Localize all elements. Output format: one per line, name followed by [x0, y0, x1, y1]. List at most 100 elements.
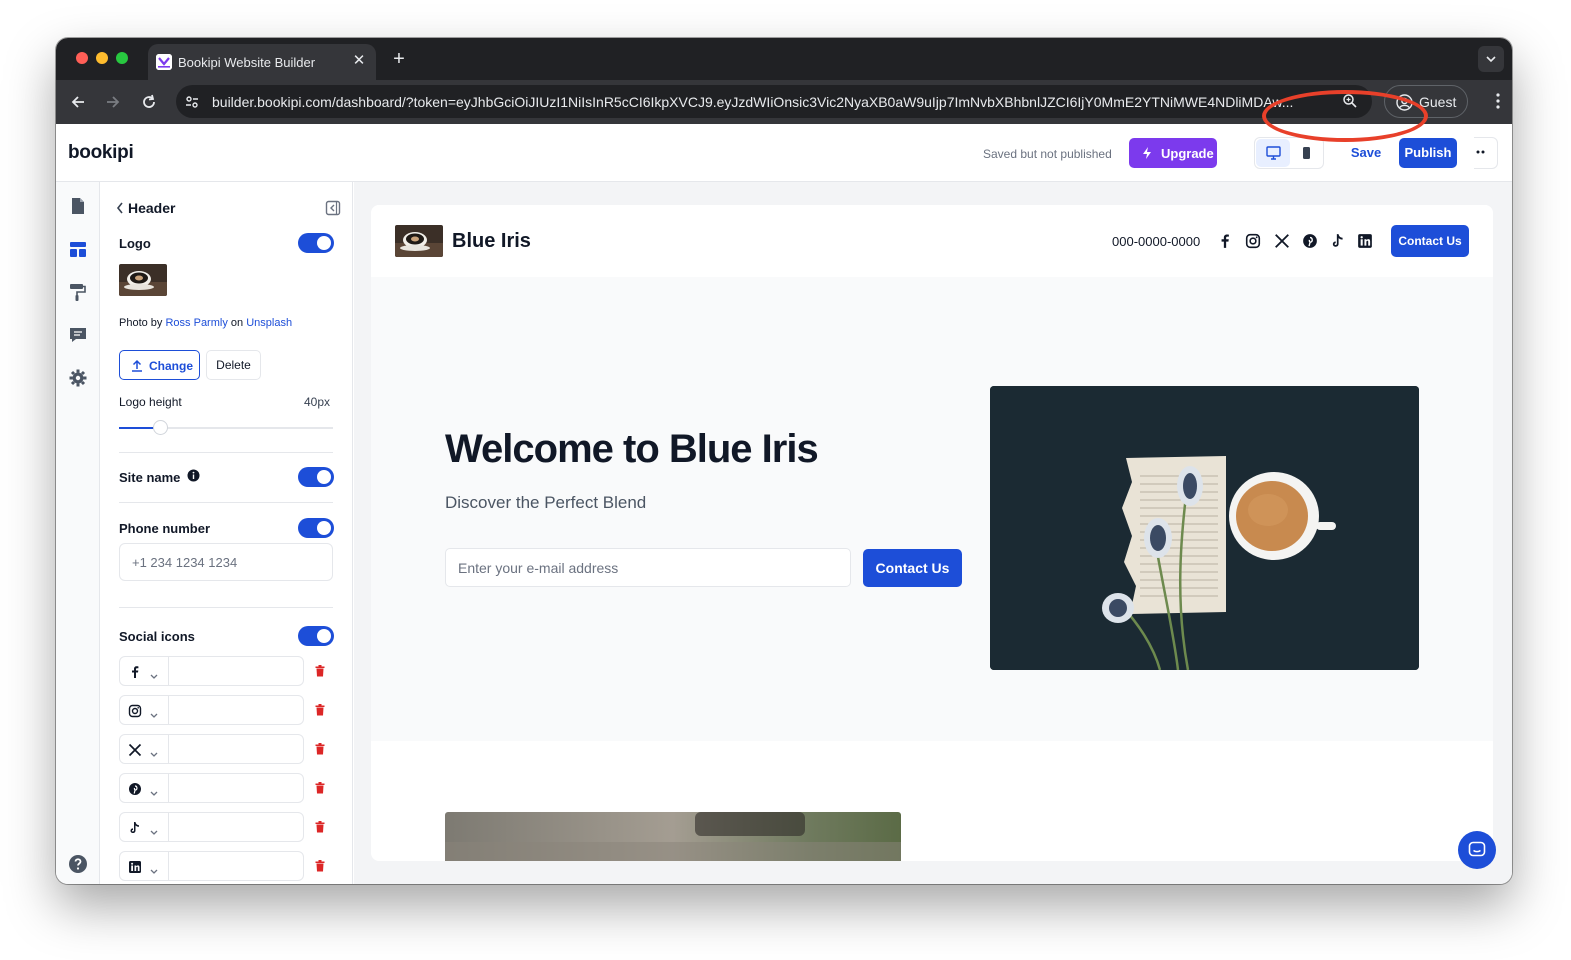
header-contact-button[interactable]: Contact Us: [1391, 225, 1469, 257]
header-settings-panel: Header Logo Photo by Ross Parmly on Unsp…: [101, 182, 353, 884]
social-platform-select[interactable]: [119, 851, 304, 881]
guest-profile-button[interactable]: Guest: [1384, 85, 1468, 118]
site-settings-icon[interactable]: [184, 94, 200, 115]
chat-icon: [1468, 841, 1486, 857]
pages-icon[interactable]: [68, 196, 88, 216]
collapse-panel-icon[interactable]: [325, 200, 341, 221]
chevron-down-icon: [149, 668, 159, 686]
social-row-pinterest: [119, 773, 349, 803]
hero-subtitle: Discover the Perfect Blend: [445, 493, 647, 512]
site-header-section[interactable]: Blue Iris 000-0000-0000 Contact Us: [371, 205, 1493, 277]
settings-gear-icon[interactable]: [68, 368, 88, 388]
zoom-icon[interactable]: [1342, 93, 1358, 114]
desktop-icon: [1266, 146, 1281, 160]
credit-on: on: [230, 317, 244, 329]
info-icon[interactable]: [187, 469, 200, 487]
pinterest-icon[interactable]: [1302, 233, 1318, 254]
paint-roller-icon[interactable]: [68, 282, 88, 302]
mobile-view-button[interactable]: [1292, 139, 1322, 167]
hero-image: [990, 386, 1419, 670]
select-divider: [168, 657, 169, 685]
publish-button[interactable]: Publish: [1399, 138, 1457, 168]
tab-close-icon[interactable]: ✕: [350, 52, 368, 70]
chevron-down-icon: [149, 863, 159, 881]
hero-contact-button[interactable]: Contact Us: [863, 549, 962, 587]
email-input[interactable]: [445, 548, 851, 587]
social-platform-select[interactable]: [119, 656, 304, 686]
credit-source-link[interactable]: Unsplash: [246, 317, 292, 329]
back-arrow-icon[interactable]: [66, 90, 90, 114]
maximize-window-button[interactable]: [116, 52, 128, 64]
chevron-down-icon: [149, 824, 159, 842]
trash-icon[interactable]: [315, 664, 325, 682]
trash-icon[interactable]: [315, 703, 325, 721]
sections-icon[interactable]: [68, 239, 88, 259]
facebook-icon[interactable]: [1217, 233, 1233, 254]
social-icons-label: Social icons: [119, 629, 195, 644]
new-tab-icon[interactable]: +: [388, 48, 410, 70]
app-header: bookipi Saved but not published Upgrade …: [56, 124, 1512, 182]
delete-logo-button[interactable]: Delete: [206, 350, 261, 380]
tab-title: Bookipi Website Builder: [178, 55, 316, 70]
x-icon[interactable]: [1274, 233, 1290, 254]
editor-canvas: Blue Iris 000-0000-0000 Contact Us Welco…: [354, 182, 1512, 884]
tiktok-icon: [128, 821, 142, 840]
section-divider: [119, 502, 333, 503]
logo-height-slider[interactable]: [119, 420, 333, 435]
social-platform-select[interactable]: [119, 734, 304, 764]
save-button[interactable]: Save: [1339, 138, 1393, 168]
social-icons-toggle[interactable]: [298, 626, 334, 646]
chat-support-button[interactable]: [1458, 831, 1496, 869]
select-divider: [168, 813, 169, 841]
slider-thumb[interactable]: [152, 420, 168, 435]
section-divider: [119, 452, 333, 453]
linkedin-icon[interactable]: [1357, 233, 1373, 254]
hero-title: Welcome to Blue Iris: [445, 427, 819, 471]
hero-section[interactable]: Welcome to Blue Iris Discover the Perfec…: [371, 277, 1493, 741]
logo-thumbnail: [119, 264, 167, 296]
more-options-button[interactable]: [1474, 137, 1498, 169]
device-view-toggle: [1254, 137, 1324, 169]
desktop-view-button[interactable]: [1256, 139, 1290, 167]
change-label: Change: [149, 359, 194, 373]
logo-height-label: Logo height: [119, 395, 182, 409]
url-text: builder.bookipi.com/dashboard/?token=eyJ…: [212, 94, 1294, 110]
editor-icon-rail: [56, 182, 100, 884]
tiktok-icon[interactable]: [1330, 233, 1346, 254]
credit-author-link[interactable]: Ross Parmly: [165, 317, 227, 329]
change-logo-button[interactable]: Change: [119, 350, 200, 380]
social-platform-select[interactable]: [119, 812, 304, 842]
select-divider: [168, 852, 169, 880]
photo-credit: Photo by Ross Parmly on Unsplash: [119, 317, 292, 329]
close-window-button[interactable]: [76, 52, 88, 64]
more-dots-icon: [1476, 150, 1485, 154]
trash-icon[interactable]: [315, 859, 325, 877]
browser-tab[interactable]: Bookipi Website Builder ✕: [148, 44, 376, 80]
site-name-toggle[interactable]: [298, 467, 334, 487]
logo-toggle[interactable]: [298, 233, 334, 253]
comments-icon[interactable]: [68, 325, 88, 345]
social-platform-select[interactable]: [119, 773, 304, 803]
tab-search-button[interactable]: [1478, 46, 1504, 72]
help-icon[interactable]: [68, 854, 88, 874]
instagram-icon[interactable]: [1245, 233, 1261, 254]
trash-icon[interactable]: [315, 820, 325, 838]
section-divider: [119, 607, 333, 608]
logo-label: Logo: [119, 236, 151, 251]
upgrade-button[interactable]: Upgrade: [1129, 138, 1217, 168]
social-platform-select[interactable]: [119, 695, 304, 725]
phone-number-input[interactable]: [119, 543, 333, 581]
reload-icon[interactable]: [137, 90, 161, 114]
bookipi-logo: bookipi: [68, 142, 134, 163]
phone-number-toggle[interactable]: [298, 518, 334, 538]
trash-icon[interactable]: [315, 781, 325, 799]
select-divider: [168, 696, 169, 724]
select-divider: [168, 774, 169, 802]
forward-arrow-icon[interactable]: [101, 90, 125, 114]
trash-icon[interactable]: [315, 742, 325, 760]
browser-menu-icon[interactable]: [1496, 93, 1500, 114]
minimize-window-button[interactable]: [96, 52, 108, 64]
back-chevron-icon[interactable]: [115, 200, 125, 221]
site-name-label: Site name: [119, 470, 181, 485]
address-bar[interactable]: builder.bookipi.com/dashboard/?token=eyJ…: [176, 85, 1372, 118]
